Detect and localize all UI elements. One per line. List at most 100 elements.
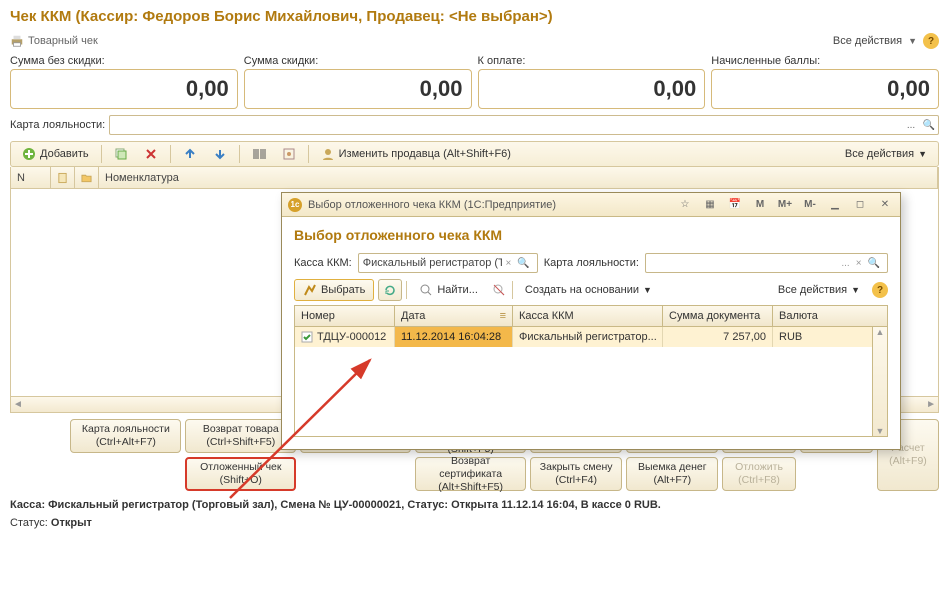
- ellipsis-icon[interactable]: ...: [902, 116, 920, 134]
- col-n[interactable]: N: [11, 167, 51, 188]
- col-nomenclature[interactable]: Номенклатура: [99, 167, 938, 188]
- refresh-icon: [383, 283, 397, 297]
- btn-hotkey: (Alt+F7): [631, 474, 713, 487]
- row-date: 11.12.2014 16:04:28: [395, 327, 513, 347]
- deferred-check-dialog: 1c Выбор отложенного чека ККМ (1С:Предпр…: [281, 192, 901, 450]
- row-currency: RUB: [773, 327, 887, 347]
- move-down-button[interactable]: [206, 144, 234, 164]
- tb-mplus-button[interactable]: M+: [776, 197, 794, 213]
- arrow-up-icon: [183, 147, 197, 161]
- help-icon[interactable]: ?: [872, 282, 888, 298]
- th-currency[interactable]: Валюта: [773, 306, 887, 326]
- magnifier-icon: [419, 283, 433, 297]
- maximize-icon[interactable]: ◻: [851, 197, 869, 213]
- tb-m-button[interactable]: M: [751, 197, 769, 213]
- dlg-table-body[interactable]: ТДЦУ-000012 11.12.2014 16:04:28 Фискальн…: [294, 327, 888, 437]
- vertical-scrollbar[interactable]: ▲ ▼: [872, 327, 887, 436]
- refresh-button[interactable]: [378, 279, 402, 301]
- row-kassa: Фискальный регистратор...: [513, 327, 663, 347]
- goods-receipt-link[interactable]: Товарный чек: [10, 34, 98, 48]
- items-toolbar: Добавить Изменить продавца (Alt+Shift+F6…: [10, 141, 939, 167]
- status-summary: Касса: Фискальный регистратор (Торговый …: [10, 499, 939, 511]
- scroll-left-icon[interactable]: ◄: [13, 399, 23, 410]
- add-label: Добавить: [40, 148, 89, 160]
- toolbar-all-actions[interactable]: Все действия ▼: [838, 145, 934, 163]
- dialog-titlebar[interactable]: 1c Выбор отложенного чека ККМ (1С:Предпр…: [282, 193, 900, 217]
- status-value: Открыт: [51, 517, 92, 529]
- scroll-down-icon[interactable]: ▼: [876, 426, 885, 436]
- btn-hotkey: (Ctrl+Alt+F7): [75, 436, 176, 449]
- th-sum[interactable]: Сумма документа: [663, 306, 773, 326]
- tb-favorite-icon[interactable]: ☆: [676, 197, 694, 213]
- col-icon2[interactable]: [75, 167, 99, 188]
- search-icon[interactable]: 🔍: [920, 116, 938, 134]
- dlg-all-actions[interactable]: Все действия ▼: [770, 279, 868, 301]
- col-icon1[interactable]: [51, 167, 75, 188]
- minimize-icon[interactable]: ▁: [826, 197, 844, 213]
- close-icon[interactable]: ✕: [876, 197, 894, 213]
- goods-receipt-label: Товарный чек: [28, 35, 98, 47]
- dlg-all-actions-label: Все действия: [778, 284, 847, 296]
- btn-label: Выемка денег: [631, 461, 713, 474]
- close-shift-button[interactable]: Закрыть смену (Ctrl+F4): [530, 457, 622, 491]
- scan-button[interactable]: [275, 144, 303, 164]
- sum-bonus-value: 0,00: [711, 69, 939, 109]
- find-button[interactable]: Найти...: [411, 279, 486, 301]
- dialog-window-title: Выбор отложенного чека ККМ (1С:Предприят…: [308, 199, 556, 211]
- clear-filter-button[interactable]: [490, 279, 508, 301]
- x-icon: [144, 147, 158, 161]
- th-date[interactable]: Дата ≡: [395, 306, 513, 326]
- scroll-right-icon[interactable]: ►: [926, 399, 936, 410]
- tb-calendar-icon[interactable]: 📅: [726, 197, 744, 213]
- status-label: Статус:: [10, 517, 48, 529]
- tb-mminus-button[interactable]: M-: [801, 197, 819, 213]
- sum-discount-value: 0,00: [244, 69, 472, 109]
- check-doc-icon: [301, 331, 313, 343]
- clear-icon[interactable]: ×: [853, 258, 865, 269]
- btn-label: Карта лояльности: [75, 423, 176, 436]
- return-goods-button[interactable]: Возврат товара (Ctrl+Shift+F5): [185, 419, 296, 453]
- items-table-header: N Номенклатура: [10, 167, 939, 189]
- sum-no-discount-label: Сумма без скидки:: [10, 55, 238, 67]
- clear-icon[interactable]: ×: [502, 258, 514, 269]
- sum-to-pay-label: К оплате:: [478, 55, 706, 67]
- move-up-button[interactable]: [176, 144, 204, 164]
- kassa-input[interactable]: Фискальный регистратор (Торг × 🔍: [358, 253, 538, 273]
- delete-button[interactable]: [137, 144, 165, 164]
- return-certificate-button[interactable]: Возврат сертификата (Alt+Shift+F5): [415, 457, 526, 491]
- sort-icon: ≡: [500, 310, 506, 322]
- find-label: Найти...: [437, 284, 478, 296]
- sum-to-pay-value: 0,00: [478, 69, 706, 109]
- defer-button: Отложить (Ctrl+F8): [722, 457, 795, 491]
- change-seller-button[interactable]: Изменить продавца (Alt+Shift+F6): [314, 144, 518, 164]
- th-kassa[interactable]: Касса ККМ: [513, 306, 663, 326]
- btn-hotkey: (Shift+O): [191, 474, 290, 487]
- barcode-button[interactable]: [245, 144, 273, 164]
- btn-hotkey: (Alt+F9): [882, 455, 934, 468]
- help-icon[interactable]: ?: [923, 33, 939, 49]
- btn-label: Возврат товара: [190, 423, 291, 436]
- all-actions-link[interactable]: Все действия: [833, 35, 902, 47]
- search-icon[interactable]: 🔍: [865, 258, 883, 269]
- th-number[interactable]: Номер: [295, 306, 395, 326]
- create-based-on-button[interactable]: Создать на основании ▼: [517, 279, 660, 301]
- table-row[interactable]: ТДЦУ-000012 11.12.2014 16:04:28 Фискальн…: [295, 327, 887, 347]
- loyalty-card-button[interactable]: Карта лояльности (Ctrl+Alt+F7): [70, 419, 181, 453]
- cash-out-button[interactable]: Выемка денег (Alt+F7): [626, 457, 718, 491]
- sum-no-discount-value: 0,00: [10, 69, 238, 109]
- scroll-up-icon[interactable]: ▲: [876, 327, 885, 337]
- chevron-down-icon: ▼: [851, 285, 860, 295]
- ellipsis-icon[interactable]: ...: [838, 258, 852, 269]
- deferred-check-button[interactable]: Отложенный чек (Shift+O): [185, 457, 296, 491]
- loyalty-input[interactable]: ... 🔍: [109, 115, 939, 135]
- tb-grid-icon[interactable]: ▦: [701, 197, 719, 213]
- select-button[interactable]: Выбрать: [294, 279, 374, 301]
- search-icon[interactable]: 🔍: [514, 258, 532, 269]
- dlg-loyalty-input[interactable]: ... × 🔍: [645, 253, 888, 273]
- add-button[interactable]: Добавить: [15, 144, 96, 164]
- user-icon: [321, 147, 335, 161]
- copy-button[interactable]: [107, 144, 135, 164]
- btn-label: Возврат сертификата: [420, 455, 521, 481]
- chevron-down-icon: ▼: [643, 285, 652, 295]
- dlg-table-header: Номер Дата ≡ Касса ККМ Сумма документа В…: [294, 305, 888, 327]
